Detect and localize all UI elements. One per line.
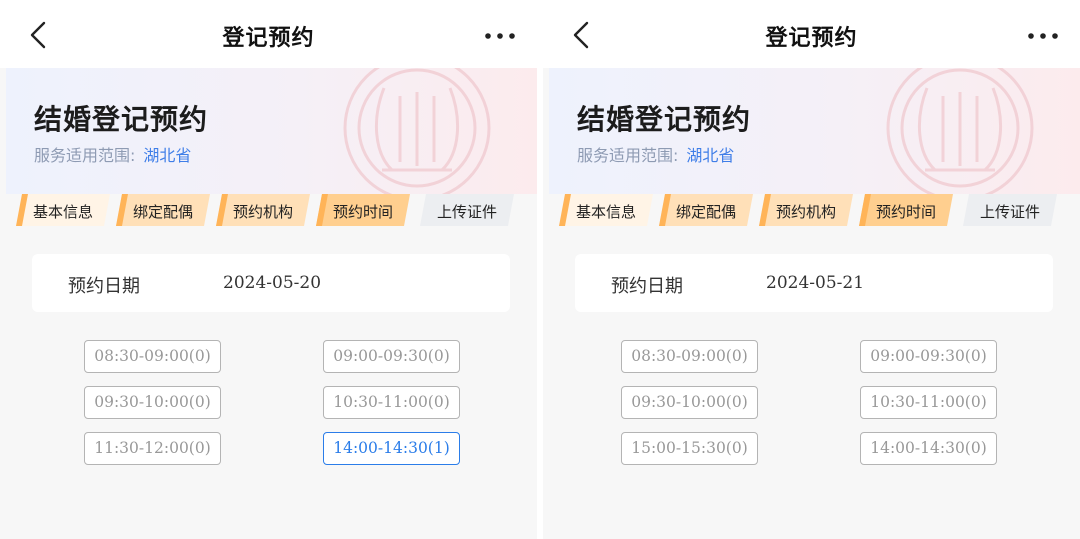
nav-bar: 登记预约	[543, 0, 1080, 68]
time-slot-button[interactable]: 10:30-11:00(0)	[323, 386, 460, 419]
more-dots-icon[interactable]	[1023, 26, 1063, 46]
step-upload-docs[interactable]: 上传证件	[963, 194, 1057, 226]
step-label: 上传证件	[979, 203, 1040, 221]
time-slot-button[interactable]: 14:00-14:30(0)	[860, 432, 997, 465]
time-slot-button-selected[interactable]: 14:00-14:30(1)	[323, 432, 460, 465]
more-dots-icon[interactable]	[480, 26, 520, 46]
step-label: 预约机构	[775, 203, 836, 221]
step-institution[interactable]: 预约机构	[759, 194, 853, 226]
progress-steps: 基本信息 绑定配偶 预约机构 预约时间 上传证件	[559, 194, 1069, 226]
step-upload-docs[interactable]: 上传证件	[420, 194, 514, 226]
scope-province: 湖北省	[686, 146, 735, 165]
step-bind-spouse[interactable]: 绑定配偶	[116, 194, 210, 226]
step-label: 基本信息	[575, 203, 636, 221]
page-title: 结婚登记预约	[34, 103, 209, 136]
step-label: 预约时间	[332, 203, 393, 221]
date-label: 预约日期	[68, 276, 140, 297]
step-label: 预约机构	[232, 203, 293, 221]
step-basic-info[interactable]: 基本信息	[559, 194, 653, 226]
nav-title: 登记预约	[765, 26, 858, 51]
step-label: 预约时间	[875, 203, 936, 221]
step-bind-spouse[interactable]: 绑定配偶	[659, 194, 753, 226]
header-banner: 结婚登记预约 服务适用范围: 湖北省	[6, 68, 537, 194]
time-slot-button[interactable]: 09:30-10:00(0)	[84, 386, 221, 419]
step-label: 上传证件	[436, 203, 497, 221]
time-slot-button[interactable]: 11:30-12:00(0)	[84, 432, 221, 465]
page-title: 结婚登记预约	[577, 103, 752, 136]
progress-steps: 基本信息 绑定配偶 预约机构 预约时间 上传证件	[16, 194, 526, 226]
time-slot-button[interactable]: 08:30-09:00(0)	[84, 340, 221, 373]
service-scope: 服务适用范围: 湖北省	[577, 142, 734, 166]
time-slot-button[interactable]: 08:30-09:00(0)	[621, 340, 758, 373]
marriage-emblem-icon	[886, 68, 1034, 194]
time-slot-button[interactable]: 10:30-11:00(0)	[860, 386, 997, 419]
nav-title: 登记预约	[222, 26, 315, 51]
service-scope: 服务适用范围: 湖北省	[34, 142, 191, 166]
step-label: 绑定配偶	[132, 203, 193, 221]
step-label: 基本信息	[32, 203, 93, 221]
screen-right: 登记预约 结婚登记预约 服务适用范围: 湖北省 基本信息 绑定配偶 预约机构 预…	[543, 0, 1080, 539]
date-value[interactable]: 2024-05-21	[766, 273, 864, 293]
time-slot-button[interactable]: 09:30-10:00(0)	[621, 386, 758, 419]
header-banner: 结婚登记预约 服务适用范围: 湖北省	[549, 68, 1080, 194]
scope-label: 服务适用范围:	[577, 146, 679, 165]
scope-province: 湖北省	[143, 146, 192, 165]
step-label: 绑定配偶	[675, 203, 736, 221]
marriage-emblem-icon	[343, 68, 491, 194]
date-row[interactable]: 预约日期 2024-05-20	[32, 254, 510, 312]
date-row[interactable]: 预约日期 2024-05-21	[575, 254, 1053, 312]
screen-left: 登记预约 结婚登记预约 服务适用范围: 湖北省 基本信息 绑定配偶 预约机构 预…	[0, 0, 537, 539]
time-slot-button[interactable]: 15:00-15:30(0)	[621, 432, 758, 465]
step-time[interactable]: 预约时间	[316, 194, 410, 226]
nav-bar: 登记预约	[0, 0, 537, 68]
scope-label: 服务适用范围:	[34, 146, 136, 165]
time-slot-button[interactable]: 09:00-09:30(0)	[860, 340, 997, 373]
time-slot-button[interactable]: 09:00-09:30(0)	[323, 340, 460, 373]
date-value[interactable]: 2024-05-20	[223, 273, 321, 293]
step-institution[interactable]: 预约机构	[216, 194, 310, 226]
step-basic-info[interactable]: 基本信息	[16, 194, 110, 226]
step-time[interactable]: 预约时间	[859, 194, 953, 226]
date-label: 预约日期	[611, 276, 683, 297]
